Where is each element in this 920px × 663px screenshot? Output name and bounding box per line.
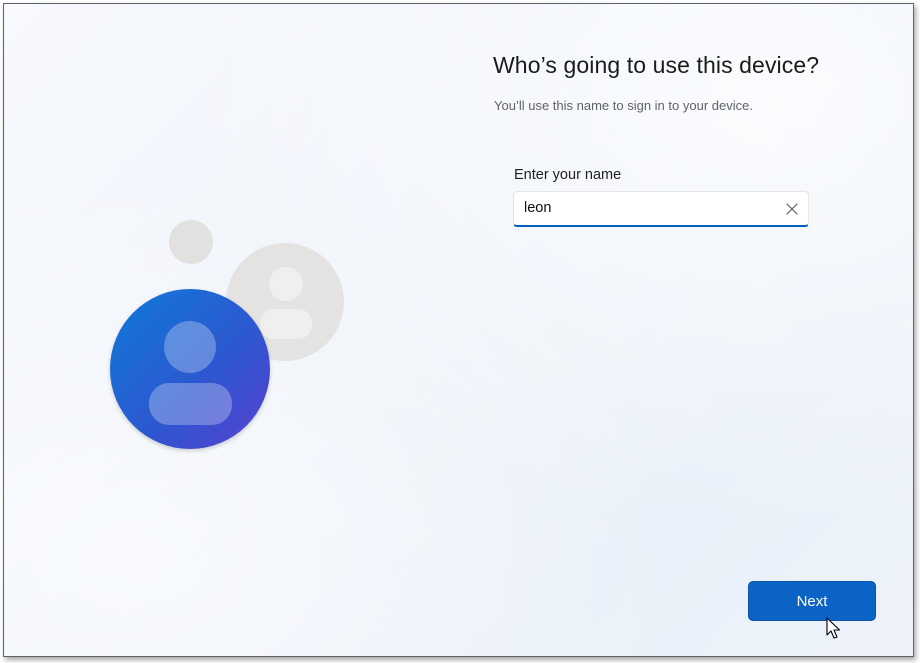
mouse-cursor-icon: [826, 617, 841, 639]
name-field[interactable]: [513, 191, 809, 227]
next-button[interactable]: Next: [748, 581, 876, 621]
name-input[interactable]: [524, 200, 774, 216]
user-avatars-illustration: [110, 220, 344, 449]
page-title: Who’s going to use this device?: [493, 52, 820, 78]
small-grey-circle: [169, 220, 213, 264]
name-field-label: Enter your name: [514, 167, 622, 183]
close-icon[interactable]: [782, 199, 802, 219]
setup-window: Who’s going to use this device? You’ll u…: [3, 3, 914, 657]
page-subtitle: You’ll use this name to sign in to your …: [494, 98, 753, 113]
